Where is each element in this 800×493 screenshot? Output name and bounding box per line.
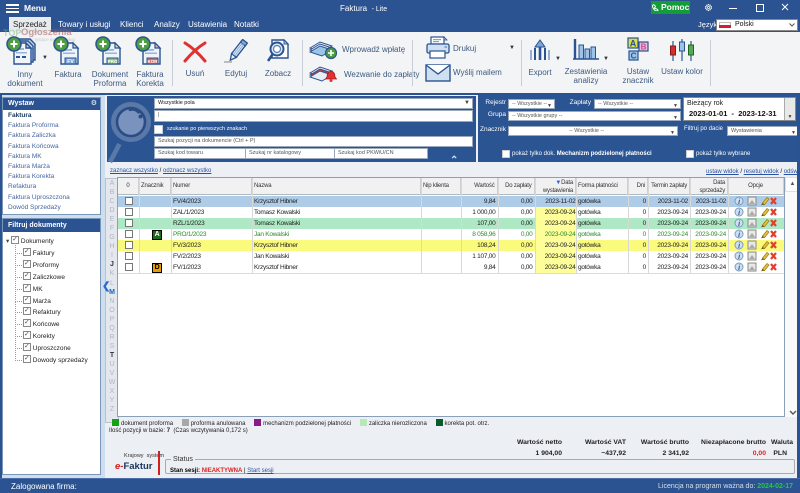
svg-text:C: C xyxy=(631,52,637,61)
svg-text:B: B xyxy=(641,43,647,52)
svg-text:KOR: KOR xyxy=(148,59,159,64)
svg-text:FV: FV xyxy=(67,59,74,65)
svg-text:PRO: PRO xyxy=(108,59,118,64)
svg-text:A: A xyxy=(630,39,637,49)
